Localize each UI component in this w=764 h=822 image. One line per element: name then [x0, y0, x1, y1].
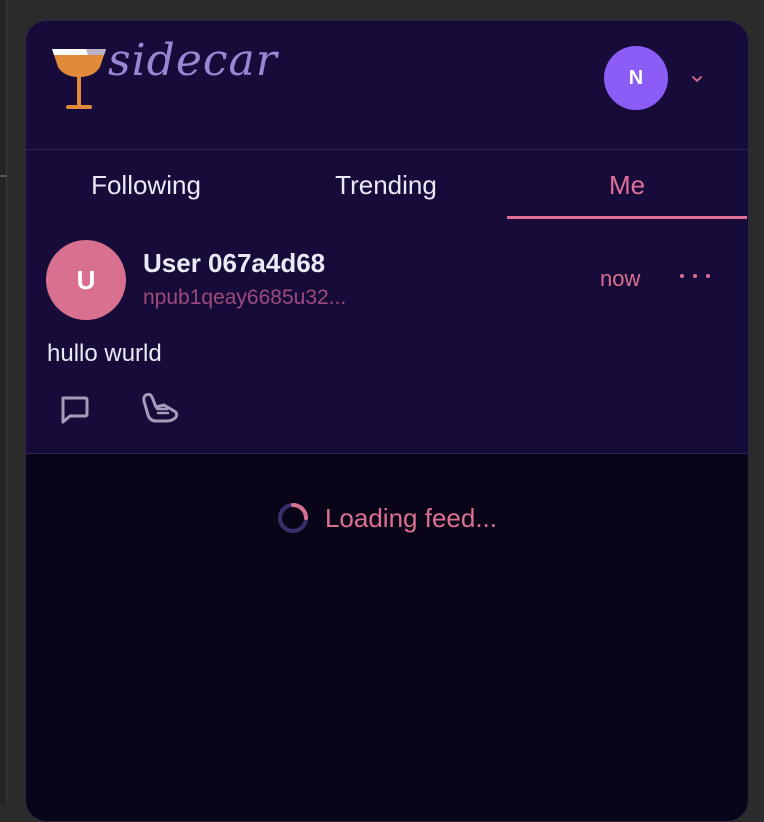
account-avatar[interactable]: N	[604, 46, 668, 110]
active-tab-indicator	[507, 216, 747, 219]
cocktail-glass-icon	[52, 49, 106, 109]
sidecar-panel: sidecar N Following Trending Me U User 0…	[25, 20, 749, 822]
post-author-npub: npub1qeay6685u32...	[143, 286, 347, 309]
app-header: sidecar N	[26, 21, 748, 149]
feed-tabs: Following Trending Me	[26, 149, 748, 221]
chevron-down-icon[interactable]	[690, 74, 704, 84]
shaka-icon[interactable]	[140, 391, 180, 425]
feed-post: U User 067a4d68 npub1qeay6685u32... now …	[26, 220, 748, 454]
post-content: hullo wurld	[47, 340, 162, 367]
window-edge	[0, 0, 7, 804]
logo-wordmark: sidecar	[108, 35, 278, 86]
post-timestamp: now	[600, 266, 641, 291]
post-author-avatar[interactable]: U	[46, 240, 126, 320]
reply-icon[interactable]	[58, 393, 90, 425]
loading-text: Loading feed...	[324, 502, 498, 533]
feed-loading: Loading feed...	[26, 498, 748, 538]
window-edge-mark	[0, 175, 7, 177]
more-options-icon[interactable]	[680, 266, 710, 286]
tab-trending[interactable]: Trending	[266, 150, 506, 220]
post-author-name[interactable]: User 067a4d68	[143, 248, 325, 279]
spinner-icon	[277, 503, 308, 533]
tab-following[interactable]: Following	[26, 150, 266, 220]
tab-me[interactable]: Me	[507, 150, 747, 220]
